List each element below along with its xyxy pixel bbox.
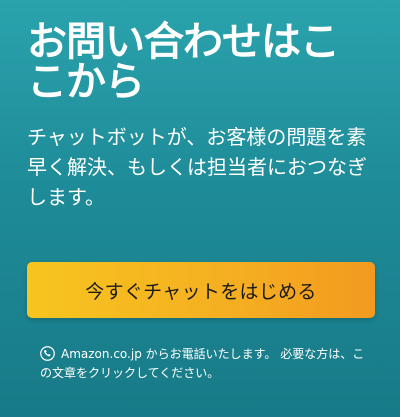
phone-icon xyxy=(40,346,55,361)
call-request-link[interactable]: Amazon.co.jp からお電話いたします。 必要な方は、この文章をクリック… xyxy=(40,345,370,383)
start-chat-button[interactable]: 今すぐチャットをはじめる xyxy=(27,262,375,318)
contact-description: チャットボットが、お客様の問題を素早く解決、もしくは担当者におつなぎします。 xyxy=(27,125,367,209)
call-notice-text: Amazon.co.jp からお電話いたします。 必要な方は、この文章をクリック… xyxy=(40,347,365,380)
contact-title: お問い合わせはここから xyxy=(27,19,340,105)
start-chat-button-label: 今すぐチャットをはじめる xyxy=(85,280,317,303)
contact-panel: お問い合わせはここから チャットボットが、お客様の問題を素早く解決、もしくは担当… xyxy=(0,0,400,417)
